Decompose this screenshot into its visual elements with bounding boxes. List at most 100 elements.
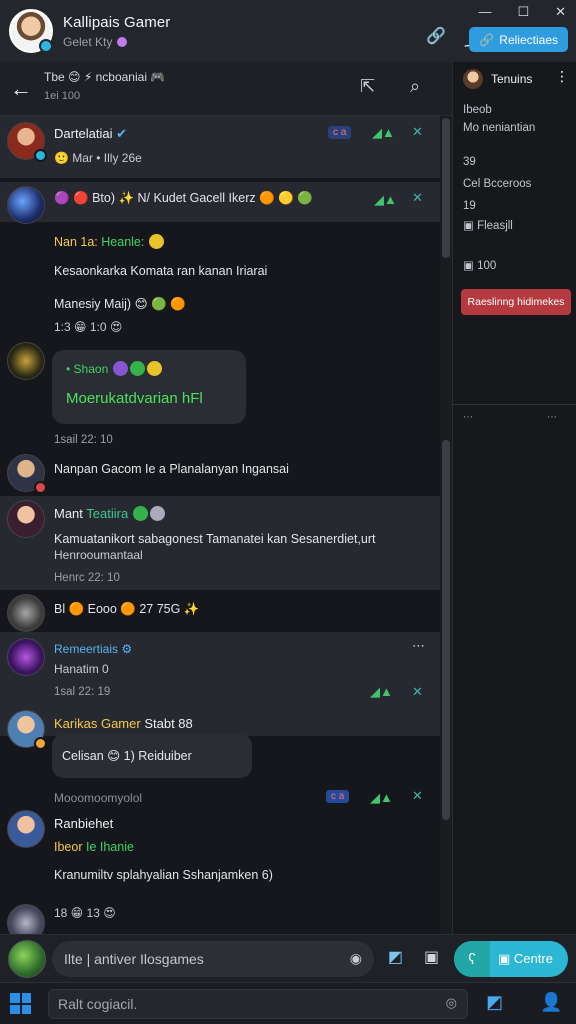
mic-icon[interactable]: ◎ <box>446 995 457 1011</box>
back-arrow-icon[interactable]: ← <box>10 76 32 102</box>
subtitle-text: Gelet Kty <box>63 34 113 49</box>
user-avatar[interactable] <box>7 186 45 224</box>
status-badge <box>34 481 47 494</box>
app-subtitle: Gelet Kty <box>63 35 170 49</box>
user-avatar[interactable] <box>7 454 47 494</box>
verified-icon: ⚙ <box>121 642 133 656</box>
message-item[interactable]: Mant Teatiira Kamuatanikort sabagonest T… <box>0 496 440 590</box>
side-line: Mo neniantian <box>463 122 536 134</box>
side-user-name: Tenuins <box>491 72 533 86</box>
message-item[interactable]: Karikas Gamer Stabt 88 Celisan 😊 1) Reid… <box>0 708 440 788</box>
divider-dots: ⋯ <box>463 412 473 423</box>
react-icon[interactable]: ◢▲ <box>372 125 395 141</box>
channel-header: ← Tbe 😊 ⚡ ncboaniai 🎮 1ei 100 ⇱ ⌕ <box>0 62 452 116</box>
channel-meta: 1ei 100 <box>44 90 81 102</box>
react-icon[interactable]: ◢▲ <box>370 790 393 806</box>
window-controls: — ☐ ✕ <box>478 4 566 20</box>
app-icon[interactable]: ◩ <box>486 992 503 1013</box>
send-button[interactable]: ʕ ▣ Centre <box>454 941 568 977</box>
user-icon[interactable]: 👤 <box>540 992 562 1013</box>
message-text: Bl 🟠 Eooo 🟠 27 75G ✨ <box>54 602 200 616</box>
export-icon[interactable]: ⇱ <box>360 76 375 97</box>
username[interactable]: Remeertiais ⚙ <box>54 642 132 656</box>
dismiss-icon[interactable]: ✕ <box>412 788 423 804</box>
user-avatar[interactable] <box>7 342 45 380</box>
send-button-label: ▣ Centre <box>498 951 553 966</box>
user-avatar[interactable] <box>7 122 47 162</box>
message-bubble[interactable]: Celisan 😊 1) Reiduiber <box>52 734 252 778</box>
side-line: 19 <box>463 200 476 212</box>
more-icon[interactable]: ⋮ <box>555 68 569 85</box>
close-button[interactable]: ✕ <box>555 4 566 20</box>
message-item[interactable]: • Shaon Moerukatdvarian hFl 1sail 22: 10 <box>0 342 440 452</box>
user-avatar[interactable] <box>7 904 45 934</box>
username[interactable]: Mant Teatiira <box>54 506 166 521</box>
side-count: ▣ 100 <box>463 260 497 272</box>
message-input[interactable]: Ilte | antiver Ilosgames ◉ <box>52 941 374 977</box>
message-item[interactable]: Nanpan Gacom Ie a Planalanyan Ingansai <box>0 454 440 494</box>
emoji-icon: ʕ <box>454 941 490 977</box>
taskbar-search[interactable]: Ralt cogiacil. ◎ <box>48 989 468 1019</box>
reactions-button-label: Reliectiaes <box>499 32 558 47</box>
side-panel: Tenuins ⋮ Ibeob Mo neniantian 39 Cel Bcc… <box>452 62 576 934</box>
message-item[interactable]: 🟣 🔴 Bto) ✨ N/ Kudet Gacell Ikerz 🟠 🟡 🟢 ◢… <box>0 182 440 224</box>
bubble-header: • Shaon <box>66 361 163 376</box>
status-badge: c a <box>328 126 352 139</box>
status-badge: c a <box>326 790 350 803</box>
user-avatar[interactable] <box>7 594 45 632</box>
user-avatar[interactable] <box>463 69 483 89</box>
link-icon[interactable]: 🔗 <box>426 26 446 50</box>
image-icon[interactable]: ▣ <box>424 947 439 967</box>
message-item[interactable]: Bl 🟠 Eooo 🟠 27 75G ✨ <box>0 592 440 632</box>
dismiss-icon[interactable]: ✕ <box>412 684 423 700</box>
dismiss-icon[interactable]: ✕ <box>412 124 423 140</box>
message-meta: Mooomoomyolol <box>54 791 143 805</box>
camera-icon[interactable]: ◉ <box>350 950 362 967</box>
react-icon[interactable]: ◢▲ <box>370 684 393 700</box>
maximize-button[interactable]: ☐ <box>517 4 529 20</box>
attach-icon[interactable]: ◩ <box>388 947 403 967</box>
username[interactable]: Dartelatiai ✔ <box>54 126 127 142</box>
message-text: Manesiy Maij) 😊 🟢 🟠 <box>54 297 186 311</box>
message-text: Kamuatanikort sabagonest Tamanatei kan S… <box>54 532 376 546</box>
message-bubble[interactable]: • Shaon Moerukatdvarian hFl <box>52 350 246 424</box>
user-avatar[interactable] <box>7 810 45 848</box>
username[interactable]: Karikas Gamer Stabt 88 <box>54 716 193 731</box>
message-text: Nanpan Gacom Ie a Planalanyan Ingansai <box>54 462 289 476</box>
username[interactable]: Ranbiehet <box>54 816 113 831</box>
start-menu-icon[interactable] <box>10 993 31 1014</box>
channel-name: Tbe 😊 ⚡ ncboaniai 🎮 <box>44 70 166 84</box>
divider-dots: ⋯ <box>547 412 557 423</box>
side-line: ▣ Fleasjll <box>463 220 513 232</box>
side-line: Ibeob <box>463 104 492 116</box>
bubble-text: Moerukatdvarian hFl <box>66 390 203 407</box>
side-panel-header: Tenuins ⋮ <box>453 62 576 96</box>
title-block: Kallipais Gamer Gelet Kty <box>63 14 170 49</box>
calendar-icon: ▣ <box>463 260 474 272</box>
message-list[interactable]: Dartelatiai ✔ 🙂 Mar • Illy 26e c a ◢▲ ✕ … <box>0 116 440 934</box>
bubble-text: Celisan 😊 1) Reiduiber <box>62 749 192 763</box>
taskbar: Ralt cogiacil. ◎ ◩ 👤 <box>0 982 576 1024</box>
timestamp: 1sail 22: 10 <box>54 434 113 446</box>
message-item: 18 😁 13 😍 <box>0 898 440 934</box>
minimize-button[interactable]: — <box>478 4 491 20</box>
app-avatar[interactable] <box>9 9 53 53</box>
user-avatar[interactable] <box>7 710 47 750</box>
react-icon[interactable]: ◢▲ <box>374 192 397 208</box>
search-icon[interactable]: ⌕ <box>410 76 420 97</box>
more-icon[interactable]: ⋯ <box>412 638 425 654</box>
message-item[interactable]: Ranbiehet Ibeor Ie Ihanie Kranumiltv spl… <box>0 810 440 898</box>
app-title: Kallipais Gamer <box>63 13 171 31</box>
scrollbar-thumb[interactable] <box>442 118 450 258</box>
message-text: Henrooumantaal <box>54 548 143 562</box>
user-avatar[interactable] <box>7 500 45 538</box>
side-action-button[interactable]: Raeslinng hidimekes <box>461 289 571 315</box>
user-avatar[interactable] <box>7 638 45 676</box>
online-badge <box>39 39 53 53</box>
user-avatar[interactable] <box>8 940 46 978</box>
scrollbar-thumb[interactable] <box>442 440 450 820</box>
side-line: Cel Bcceroos <box>463 178 532 190</box>
reactions-button[interactable]: 🔗 Reliectiaes <box>469 27 568 52</box>
dismiss-icon[interactable]: ✕ <box>412 190 423 206</box>
message-item[interactable]: Dartelatiai ✔ 🙂 Mar • Illy 26e c a ◢▲ ✕ <box>0 116 440 178</box>
